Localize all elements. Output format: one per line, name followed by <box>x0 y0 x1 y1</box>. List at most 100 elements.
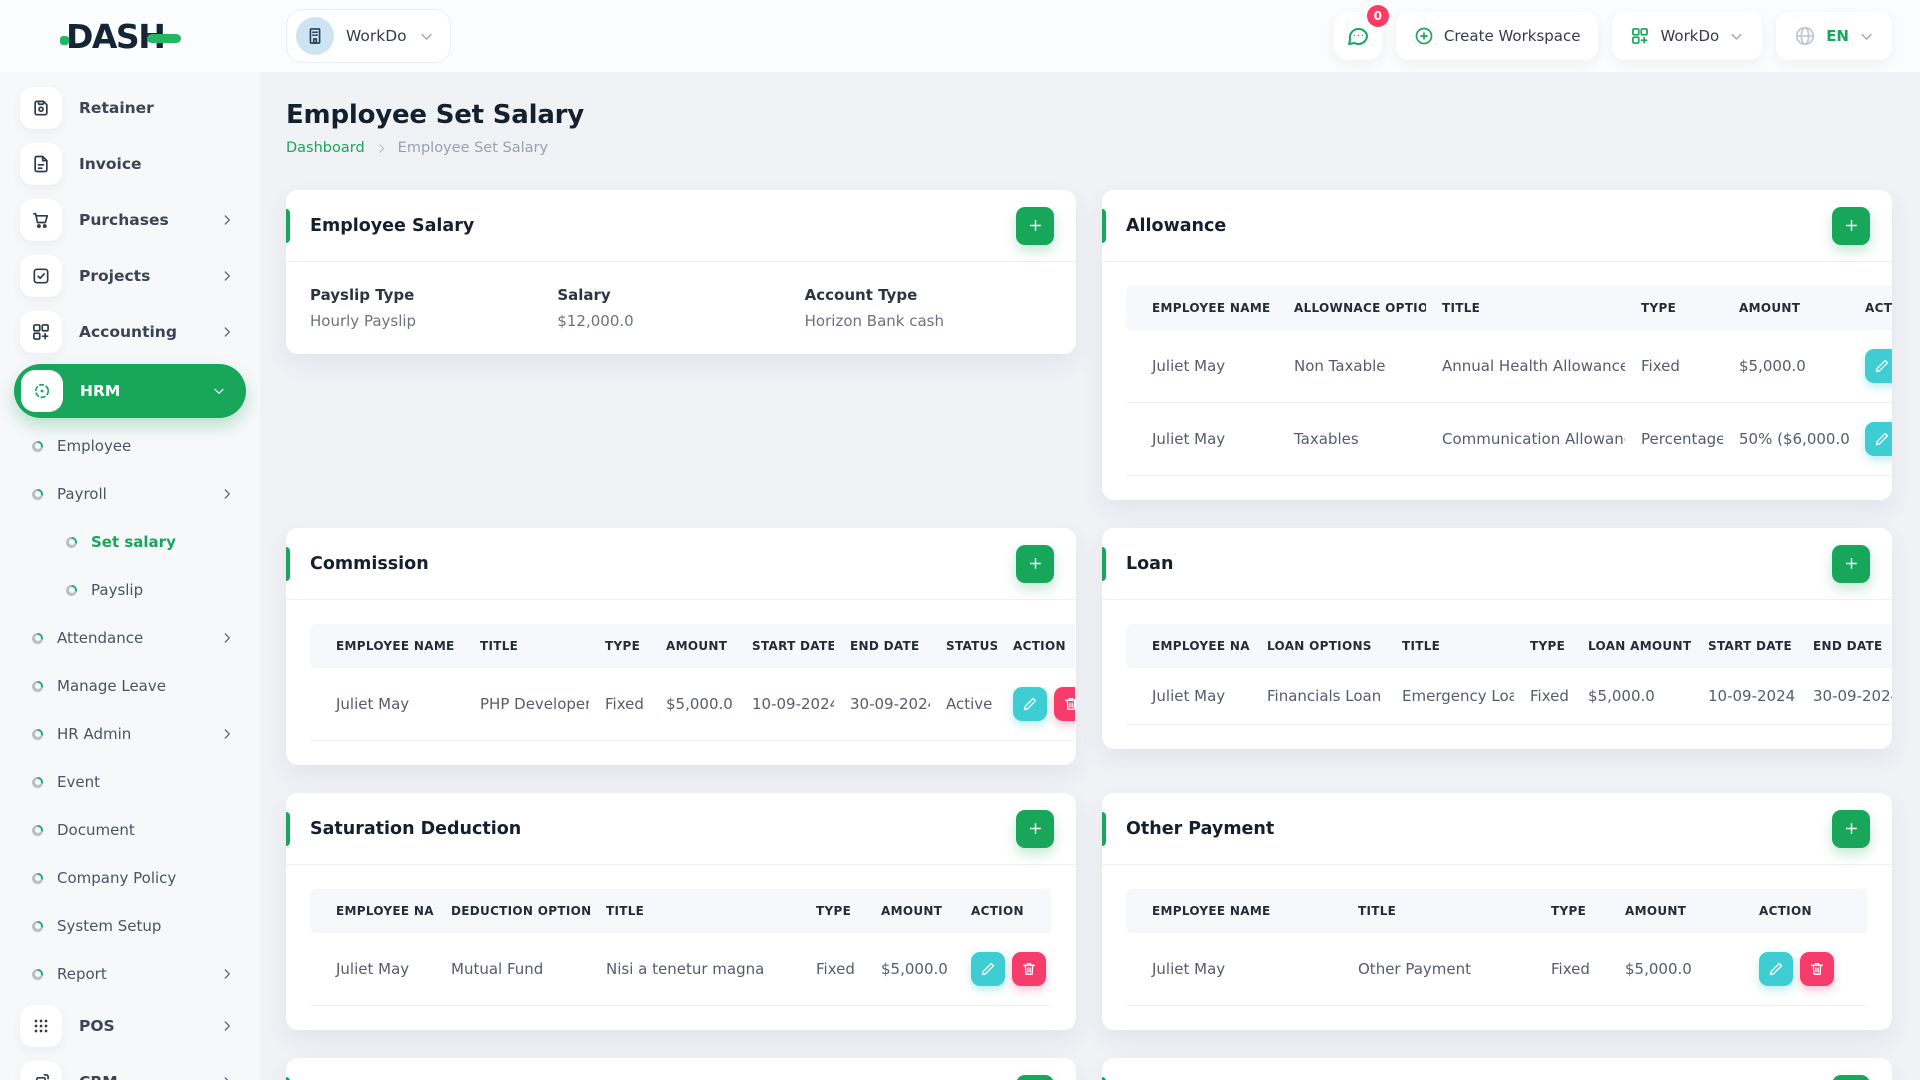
table-cell: $5,000.0 <box>1609 933 1743 1006</box>
table-cell: Fixed <box>1514 668 1572 725</box>
card-company-contribution: Company Contribution <box>1102 1058 1892 1080</box>
sidebar-item-retainer[interactable]: Retainer <box>0 80 260 136</box>
card-commission: Commission Employee Name Title Type Amount S… <box>286 528 1076 765</box>
column-header: Employee Name <box>310 624 464 668</box>
delete-button[interactable] <box>1012 952 1046 986</box>
column-header: Employee Name <box>1126 624 1251 668</box>
card-title: Allowance <box>1126 215 1227 236</box>
table-cell: Juliet May <box>1126 330 1278 403</box>
employee-salary-add-button[interactable] <box>1016 206 1054 245</box>
sidebar-item-label: CRM <box>79 1073 118 1080</box>
bullet-icon <box>32 440 43 452</box>
language-selector[interactable]: EN <box>1776 12 1892 60</box>
trash-icon <box>1021 961 1037 977</box>
create-workspace-button[interactable]: Create Workspace <box>1395 12 1599 60</box>
create-workspace-label: Create Workspace <box>1443 27 1581 45</box>
chevron-right-icon <box>220 213 234 227</box>
table-cell: PHP Developer <box>464 668 589 741</box>
sidebar-item-invoice[interactable]: Invoice <box>0 136 260 192</box>
chevron-right-icon <box>220 325 234 339</box>
card-header: Saturation Deduction <box>286 793 1076 865</box>
chat-icon <box>1346 24 1370 48</box>
table-cell: 30-09-2024 <box>834 668 930 741</box>
edit-button[interactable] <box>1865 422 1892 456</box>
card-header: Allowance <box>1102 190 1892 262</box>
sidebar-item-company-policy[interactable]: Company Policy <box>0 854 260 902</box>
sidebar-item-payslip[interactable]: Payslip <box>0 566 260 614</box>
sidebar-item-pos[interactable]: POS <box>0 998 260 1054</box>
card-title: Saturation Deduction <box>310 818 522 839</box>
sidebar-item-crm[interactable]: CRM <box>0 1054 260 1080</box>
other-payment-table: Employee Name Title Type Amount Action Juliet… <box>1126 889 1867 1006</box>
table-header-row: Employee Name Title Type Amount Action <box>1126 889 1867 933</box>
sidebar-item-label: Report <box>57 965 107 983</box>
pos-icon <box>20 1005 62 1047</box>
breadcrumb-dashboard-link[interactable]: Dashboard <box>286 140 365 156</box>
sidebar-item-label: Event <box>57 773 100 791</box>
cards-grid: Employee Salary Payslip Type Hourly Pays… <box>286 190 1892 1080</box>
column-header: Action <box>1743 889 1867 933</box>
overtime-add-button[interactable] <box>1016 1074 1054 1080</box>
edit-button[interactable] <box>971 952 1005 986</box>
bullet-icon <box>32 728 43 740</box>
edit-button[interactable] <box>1759 952 1793 986</box>
table-cell: Juliet May <box>310 668 464 741</box>
sidebar-item-hrm[interactable]: HRM <box>14 364 246 418</box>
card-overtime: Overtime <box>286 1058 1076 1080</box>
table-cell: Active <box>930 668 997 741</box>
sidebar-item-attendance[interactable]: Attendance <box>0 614 260 662</box>
table-cell: $5,000.0 <box>1572 668 1692 725</box>
bullet-icon <box>32 632 43 644</box>
card-body: Employee NameLoan OptionsTitleTypeLoan A… <box>1102 600 1892 749</box>
plus-circle-icon <box>1414 26 1434 46</box>
sidebar-item-accounting[interactable]: Accounting <box>0 304 260 360</box>
sidebar-item-event[interactable]: Event <box>0 758 260 806</box>
sidebar-item-label: Payroll <box>57 485 107 503</box>
table-cell-actions <box>955 933 1051 1006</box>
loan-add-button[interactable] <box>1832 544 1870 583</box>
table-cell-actions <box>1743 933 1867 1006</box>
commission-add-button[interactable] <box>1016 544 1054 583</box>
invoice-icon <box>20 143 62 185</box>
table-cell: $5,000.0 <box>865 933 955 1006</box>
company-contribution-add-button[interactable] <box>1832 1074 1870 1080</box>
allowance-add-button[interactable] <box>1832 206 1870 245</box>
card-body: Employee NameDeduction OptionTitleTypeAm… <box>286 865 1076 1030</box>
table-cell: Non Taxable <box>1278 330 1426 403</box>
workdo-menu-button[interactable]: WorkDo <box>1612 12 1763 60</box>
sidebar-item-system-setup[interactable]: System Setup <box>0 902 260 950</box>
sidebar-item-document[interactable]: Document <box>0 806 260 854</box>
saturation-deduction-add-button[interactable] <box>1016 809 1054 848</box>
app-logo[interactable]: DASH <box>0 17 260 56</box>
sidebar-nav: Retainer Invoice Purchases Projects Accounti… <box>0 80 260 1080</box>
edit-button[interactable] <box>1865 349 1892 383</box>
language-label: EN <box>1826 27 1849 45</box>
delete-button[interactable] <box>1054 687 1075 721</box>
sidebar-item-label: Attendance <box>57 629 144 647</box>
column-header: Title <box>1426 286 1625 330</box>
other-payment-add-button[interactable] <box>1832 809 1870 848</box>
pencil-icon <box>1874 358 1890 374</box>
column-header: Allownace Option <box>1278 286 1426 330</box>
sidebar-item-set-salary[interactable]: Set salary <box>0 518 260 566</box>
delete-button[interactable] <box>1800 952 1834 986</box>
breadcrumb: Dashboard Employee Set Salary <box>286 140 1892 156</box>
sidebar-item-report[interactable]: Report <box>0 950 260 998</box>
table-cell-actions <box>997 668 1075 741</box>
sidebar-item-employee[interactable]: Employee <box>0 422 260 470</box>
edit-button[interactable] <box>1013 687 1047 721</box>
sidebar-item-projects[interactable]: Projects <box>0 248 260 304</box>
messages-button[interactable]: 0 <box>1333 5 1389 60</box>
sidebar-item-label: Payslip <box>91 581 144 599</box>
table-header-row: Employee NameLoan OptionsTitleTypeLoan A… <box>1126 624 1892 668</box>
column-header: Start Date <box>736 624 834 668</box>
sidebar-item-manage-leave[interactable]: Manage Leave <box>0 662 260 710</box>
sidebar-item-payroll[interactable]: Payroll <box>0 470 260 518</box>
column-header: Action <box>1849 286 1892 330</box>
workspace-switcher[interactable]: WorkDo <box>286 9 451 63</box>
breadcrumb-current: Employee Set Salary <box>397 140 549 156</box>
pencil-icon <box>1768 961 1784 977</box>
sidebar-item-purchases[interactable]: Purchases <box>0 192 260 248</box>
sidebar-item-hr-admin[interactable]: HR Admin <box>0 710 260 758</box>
table-row: Juliet MayFinancials LoanEmergency LoanF… <box>1126 668 1892 725</box>
